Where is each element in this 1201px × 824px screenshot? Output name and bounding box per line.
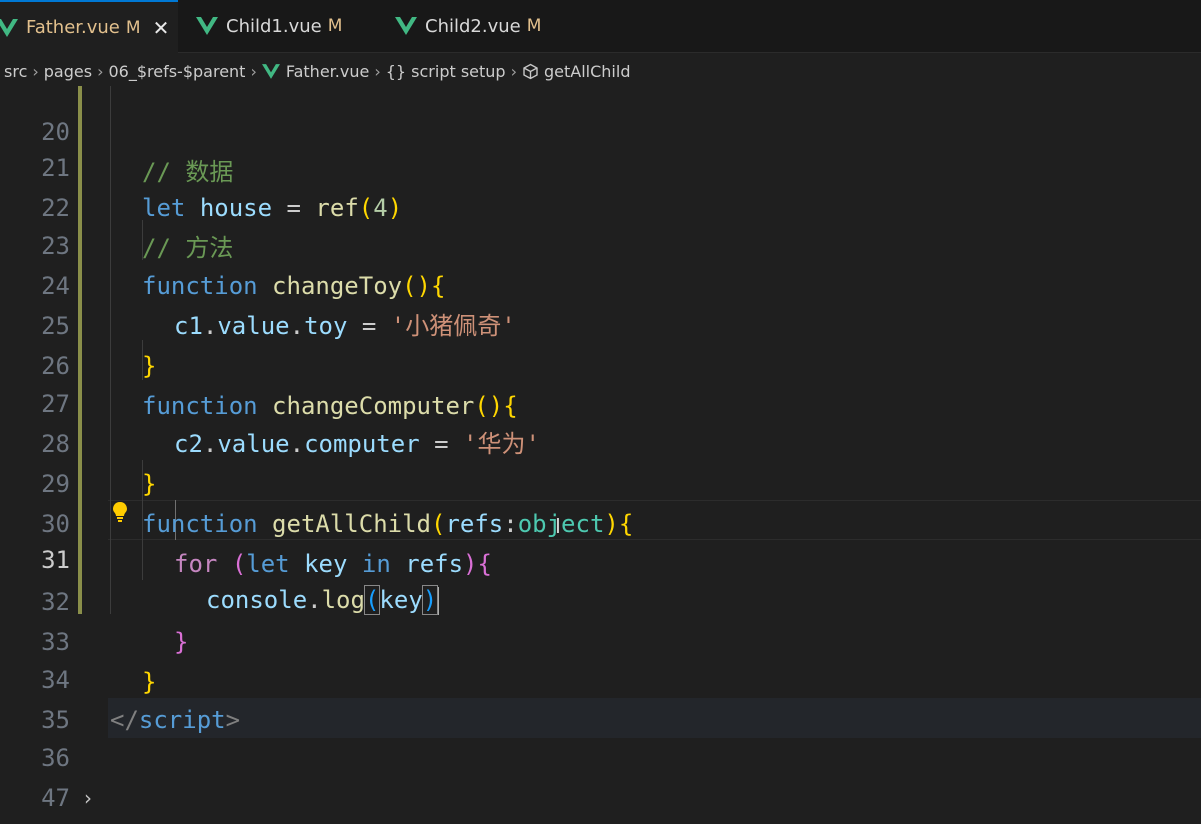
method-cube-icon [523, 63, 538, 79]
code-line-current: 31 console.log(key) [0, 500, 1201, 615]
code-line: 26 function changeComputer(){ [0, 306, 1201, 420]
code-line: 47 </style> [0, 738, 1201, 812]
code-line: 21 let house = ref(4) [0, 108, 1201, 222]
code-line: 30 for (let key in refs){ [0, 464, 1201, 578]
chevron-right-icon: › [250, 61, 257, 81]
line-number: 48 [0, 818, 70, 824]
modified-badge: M [526, 16, 542, 36]
tab-bar: Father.vue M ✕ Child1.vue M Child2.vue M [0, 0, 1201, 53]
code-line: 29 function getAllChild(refs:object){ [0, 424, 1201, 538]
chevron-right-icon: › [374, 61, 381, 81]
code-line: 23 function changeToy(){ [0, 186, 1201, 300]
breadcrumb-src[interactable]: src [4, 62, 27, 81]
vue-file-icon [0, 18, 18, 37]
tab-label: Child2.vue [425, 15, 521, 37]
vue-file-icon [261, 63, 280, 79]
breadcrumb-pages[interactable]: pages [44, 62, 92, 81]
breadcrumb: src › pages › 06_$refs-$parent › Father.… [0, 56, 1201, 86]
vue-file-icon [196, 17, 218, 35]
breadcrumb-symbol[interactable]: getAllChild [544, 62, 630, 81]
tab-label: Father.vue [26, 17, 120, 38]
chevron-right-icon: › [510, 61, 517, 81]
code-editor[interactable]: 20 // 数据 21 let house = ref(4) 22 // 方法 … [0, 86, 1201, 824]
code-line: 27 c2.value.computer = '华为' [0, 344, 1201, 458]
code-line: 22 // 方法 [0, 148, 1201, 262]
tab-label: Child1.vue [226, 15, 322, 37]
code-line: 24 c1.value.toy = '小猪佩奇' [0, 226, 1201, 340]
breadcrumb-script-setup[interactable]: {} script setup [386, 62, 506, 81]
chevron-right-icon: › [97, 61, 104, 81]
code-line: 32 } [0, 542, 1201, 656]
code-line: 28 } [0, 384, 1201, 498]
tab-child1-vue[interactable]: Child1.vue M [196, 0, 376, 52]
code-line: 33 } [0, 582, 1201, 696]
breadcrumb-file[interactable]: Father.vue [286, 62, 369, 81]
close-icon[interactable]: ✕ [153, 16, 170, 40]
modified-badge: M [125, 17, 141, 38]
code-text: </style> [110, 818, 226, 824]
vue-file-icon [395, 17, 417, 35]
lightbulb-icon[interactable] [110, 500, 130, 524]
breadcrumb-folder[interactable]: 06_$refs-$parent [108, 62, 245, 81]
code-line-folded: 36 › <style scoped>··· [0, 698, 1201, 810]
code-line: 34 </script> [0, 620, 1201, 734]
tab-father-vue[interactable]: Father.vue M ✕ [0, 0, 178, 53]
code-line: 48 [0, 778, 1201, 818]
modified-badge: M [327, 16, 343, 36]
chevron-right-icon: › [32, 61, 39, 81]
code-line: 25 } [0, 266, 1201, 380]
tab-child2-vue[interactable]: Child2.vue M [395, 0, 575, 52]
code-line: 35 [0, 660, 1201, 734]
mouse-ibeam-cursor-icon: I [555, 514, 561, 538]
